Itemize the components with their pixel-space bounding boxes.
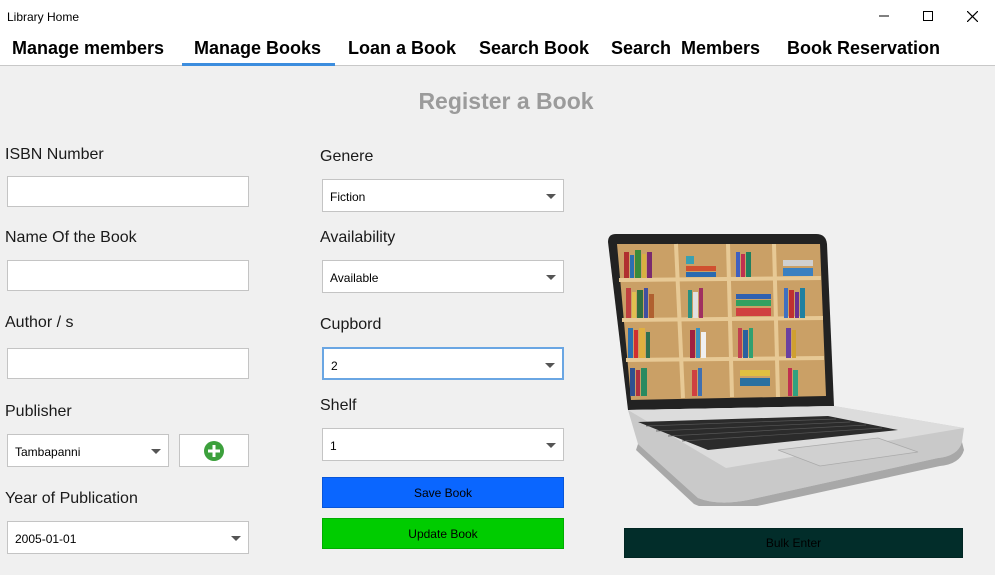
tab-bar: Manage members Manage Books Loan a Book … <box>0 32 995 66</box>
author-input[interactable] <box>7 348 249 379</box>
save-book-button[interactable]: Save Book <box>322 477 564 508</box>
minimize-icon <box>879 15 889 17</box>
genre-select[interactable]: Fiction <box>322 179 564 212</box>
chevron-down-icon <box>546 275 556 280</box>
year-label: Year of Publication <box>5 490 138 507</box>
publisher-select[interactable]: Tambapanni <box>7 434 169 467</box>
add-publisher-button[interactable] <box>179 434 249 467</box>
plus-circle-icon <box>204 440 224 461</box>
book-name-label: Name Of the Book <box>5 229 137 246</box>
shelf-label: Shelf <box>320 397 357 414</box>
publisher-label: Publisher <box>5 403 72 420</box>
tab-search-members[interactable]: Search Members <box>611 38 760 59</box>
availability-label: Availability <box>320 229 396 246</box>
tab-book-reservation[interactable]: Book Reservation <box>787 38 940 59</box>
shelf-select[interactable]: 1 <box>322 428 564 461</box>
year-date-picker[interactable]: 2005-01-01 <box>7 521 249 554</box>
chevron-down-icon <box>546 443 556 448</box>
isbn-label: ISBN Number <box>5 146 104 163</box>
tab-loan-a-book[interactable]: Loan a Book <box>348 38 456 59</box>
chevron-down-icon <box>546 194 556 199</box>
tab-search-book[interactable]: Search Book <box>479 38 589 59</box>
availability-select[interactable]: Available <box>322 260 564 293</box>
book-name-input[interactable] <box>7 260 249 291</box>
cupboard-value: 2 <box>331 359 338 373</box>
year-value: 2005-01-01 <box>15 532 77 546</box>
cupboard-label: Cupbord <box>320 316 382 333</box>
maximize-icon <box>923 11 933 21</box>
chevron-down-icon <box>151 449 161 454</box>
update-book-button[interactable]: Update Book <box>322 518 564 549</box>
chevron-down-icon <box>231 536 241 541</box>
tab-manage-books[interactable]: Manage Books <box>194 38 321 59</box>
maximize-button[interactable] <box>906 0 950 32</box>
author-label: Author / s <box>5 314 74 331</box>
genre-value: Fiction <box>330 190 366 204</box>
window-title: Library Home <box>7 10 80 24</box>
availability-value: Available <box>330 271 379 285</box>
shelf-value: 1 <box>330 439 337 453</box>
close-button[interactable] <box>950 0 994 32</box>
publisher-value: Tambapanni <box>15 445 81 459</box>
genre-label: Genere <box>320 148 374 165</box>
chevron-down-icon <box>545 363 555 368</box>
cupboard-select[interactable]: 2 <box>322 347 564 380</box>
page-title: Register a Book <box>418 88 594 114</box>
isbn-input[interactable] <box>7 176 249 207</box>
active-tab-indicator <box>182 63 335 66</box>
tab-manage-members[interactable]: Manage members <box>12 38 164 59</box>
laptop-bookshelf-illustration <box>608 234 964 506</box>
minimize-button[interactable] <box>862 0 906 32</box>
bulk-enter-button[interactable]: Bulk Enter <box>624 528 963 558</box>
title-bar: Library Home <box>0 0 995 32</box>
close-icon <box>966 10 978 22</box>
